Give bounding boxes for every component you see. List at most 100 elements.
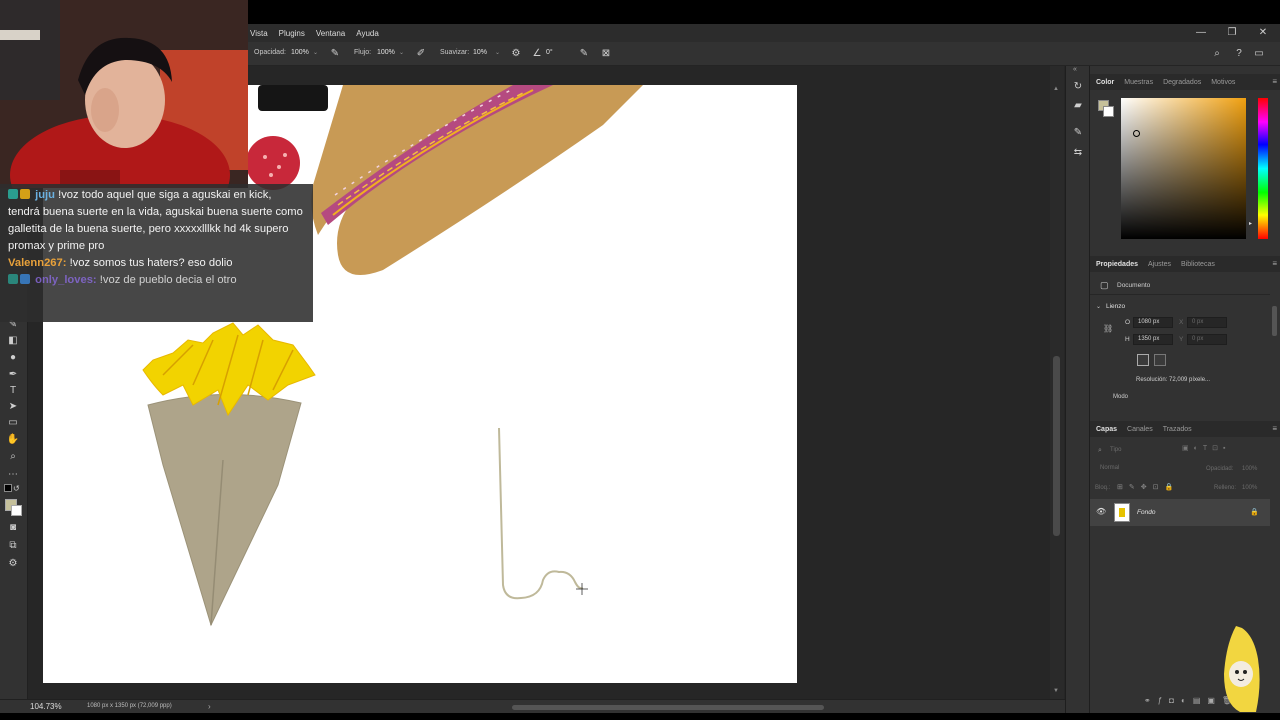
layer-opacity-input[interactable]: 100%	[1242, 466, 1257, 472]
properties-scrollbar[interactable]	[1272, 306, 1277, 336]
tab-swatches[interactable]: Muestras	[1124, 79, 1153, 86]
mode-label: Modo	[1113, 394, 1129, 400]
lock-label: Bloq.:	[1095, 485, 1111, 491]
color-panel-tabs: Color Muestras Degradados Motivos ≡	[1090, 74, 1280, 90]
status-expand-icon[interactable]: ›	[208, 702, 211, 711]
pressure-opacity-icon[interactable]: ✎	[328, 47, 342, 61]
default-colors-icon[interactable]	[4, 484, 12, 492]
scroll-down-icon[interactable]: ▼	[1053, 688, 1059, 694]
panel-menu-icon[interactable]: ≡	[1272, 259, 1277, 268]
flow-label: Flujo:	[354, 49, 372, 56]
edit-toolbar-icon[interactable]: ⚙	[5, 557, 21, 571]
y-input[interactable]: 0 px	[1187, 334, 1227, 345]
color-picker-cursor[interactable]	[1133, 130, 1140, 137]
background-color-swatch[interactable]	[11, 505, 22, 516]
layer-filter-icons[interactable]: ▣◐T⊡▪	[1182, 444, 1230, 452]
color-picker-field[interactable]	[1121, 98, 1246, 239]
minimize-button[interactable]: —	[1194, 26, 1208, 40]
layer-name[interactable]: Fondo	[1137, 509, 1155, 516]
hue-slider[interactable]	[1258, 98, 1268, 239]
tab-channels[interactable]: Canales	[1127, 426, 1153, 433]
layer-row[interactable]: 👁 Fondo 🔒	[1090, 499, 1270, 526]
adjustments-icon[interactable]: ⇆	[1071, 146, 1085, 160]
tomato-drawing	[246, 136, 300, 190]
tab-properties[interactable]: Propiedades	[1096, 261, 1138, 268]
zoom-icon[interactable]: ⌕	[5, 450, 21, 464]
tab-paths[interactable]: Trazados	[1163, 426, 1192, 433]
menu-plugins[interactable]: Plugins	[279, 29, 305, 38]
fill-label: Relleno:	[1214, 485, 1237, 491]
panel-menu-icon[interactable]: ≡	[1272, 424, 1277, 433]
brush-settings-icon[interactable]: ✎	[1071, 126, 1085, 140]
landscape-orientation-icon[interactable]	[1154, 354, 1166, 366]
quick-mask-icon[interactable]: ◙	[5, 521, 21, 535]
angle-input[interactable]: 0°	[546, 49, 553, 56]
menu-ayuda[interactable]: Ayuda	[356, 29, 379, 38]
tab-adjustments[interactable]: Ajustes	[1148, 261, 1171, 268]
portrait-orientation-icon[interactable]	[1137, 354, 1149, 366]
close-button[interactable]: ✕	[1256, 26, 1270, 40]
opacity-input[interactable]: 100%	[291, 49, 309, 56]
tab-patterns[interactable]: Motivos	[1211, 79, 1235, 86]
tab-gradients[interactable]: Degradados	[1163, 79, 1201, 86]
dodge-icon[interactable]: ●	[5, 351, 21, 365]
height-input[interactable]: 1350 px	[1133, 334, 1173, 345]
chat-badge-icon	[8, 189, 18, 199]
search-icon[interactable]: ⌕	[1210, 47, 1224, 61]
smoothing-input[interactable]: 10%	[473, 49, 487, 56]
gear-icon[interactable]: ⚙	[509, 47, 523, 61]
status-bar: 104.73% 1080 px x 1350 px (72,009 ppp) ›	[0, 699, 1065, 713]
hand-icon[interactable]: ✋	[5, 433, 21, 447]
flow-input[interactable]: 100%	[377, 49, 395, 56]
menu-ventana[interactable]: Ventana	[316, 29, 345, 38]
hue-slider-handle-icon[interactable]: ▸	[1249, 220, 1252, 227]
zoom-level[interactable]: 104.73%	[30, 702, 62, 711]
swap-colors-icon[interactable]: ↺	[13, 484, 20, 493]
properties-document-label: Documento	[1117, 282, 1151, 289]
rectangle-icon[interactable]: ▭	[5, 416, 21, 430]
comments-icon[interactable]: ▰	[1071, 99, 1085, 113]
chevron-down-icon[interactable]: ⌄	[313, 49, 318, 56]
eraser-icon[interactable]: ◧	[5, 334, 21, 348]
lock-options-icons[interactable]: ⊞✎✥⊡🔒	[1117, 483, 1179, 491]
scrollbar-thumb[interactable]	[1053, 356, 1060, 536]
pen-icon[interactable]: ✒	[5, 368, 21, 382]
fill-input[interactable]: 100%	[1242, 485, 1257, 491]
tab-layers[interactable]: Capas	[1096, 426, 1117, 433]
path-select-icon[interactable]: ➤	[5, 400, 21, 414]
pressure-size-icon[interactable]: ✎	[577, 47, 591, 61]
panel-menu-icon[interactable]: ≡	[1272, 77, 1277, 86]
scroll-up-icon[interactable]: ▲	[1053, 86, 1059, 92]
menu-vista[interactable]: Vista	[250, 29, 268, 38]
more-tools-icon[interactable]: ⋯	[5, 468, 21, 482]
chat-username[interactable]: only_loves:	[35, 274, 97, 286]
horizontal-scrollbar[interactable]	[512, 705, 824, 710]
tab-libraries[interactable]: Bibliotecas	[1181, 261, 1215, 268]
blend-mode-select[interactable]: Normal	[1096, 464, 1160, 475]
background-color-swatch[interactable]	[1103, 106, 1114, 117]
restore-button[interactable]: ❐	[1225, 26, 1239, 40]
eye-icon[interactable]: 👁	[1096, 507, 1106, 516]
divider	[1090, 294, 1270, 295]
chevron-down-icon[interactable]: ⌄	[1096, 303, 1101, 310]
chevron-down-icon[interactable]: ⌄	[399, 49, 404, 56]
angle-icon: ∠	[532, 48, 542, 59]
help-icon[interactable]: ?	[1232, 47, 1246, 61]
vertical-scrollbar[interactable]: ▲ ▼	[1050, 66, 1064, 699]
symmetry-icon[interactable]: ⊠	[599, 47, 613, 61]
airbrush-icon[interactable]: ✐	[414, 47, 428, 61]
chevron-down-icon[interactable]: ⌄	[495, 49, 500, 56]
chat-username[interactable]: juju	[35, 189, 55, 201]
collapse-icon[interactable]: «	[1073, 66, 1077, 73]
history-icon[interactable]: ↻	[1071, 80, 1085, 94]
workspace-icon[interactable]: ▭	[1252, 47, 1266, 61]
tab-color[interactable]: Color	[1096, 79, 1114, 86]
chat-username[interactable]: Valenn267:	[8, 257, 66, 269]
layer-filter-input[interactable]: Tipo	[1106, 446, 1164, 457]
x-input[interactable]: 0 px	[1187, 317, 1227, 328]
screen-mode-icon[interactable]: ⧉	[5, 539, 21, 553]
text-icon[interactable]: T	[5, 384, 21, 398]
link-icon[interactable]: ⛓	[1103, 324, 1113, 333]
x-label: X	[1179, 319, 1184, 326]
width-input[interactable]: 1080 px	[1133, 317, 1173, 328]
